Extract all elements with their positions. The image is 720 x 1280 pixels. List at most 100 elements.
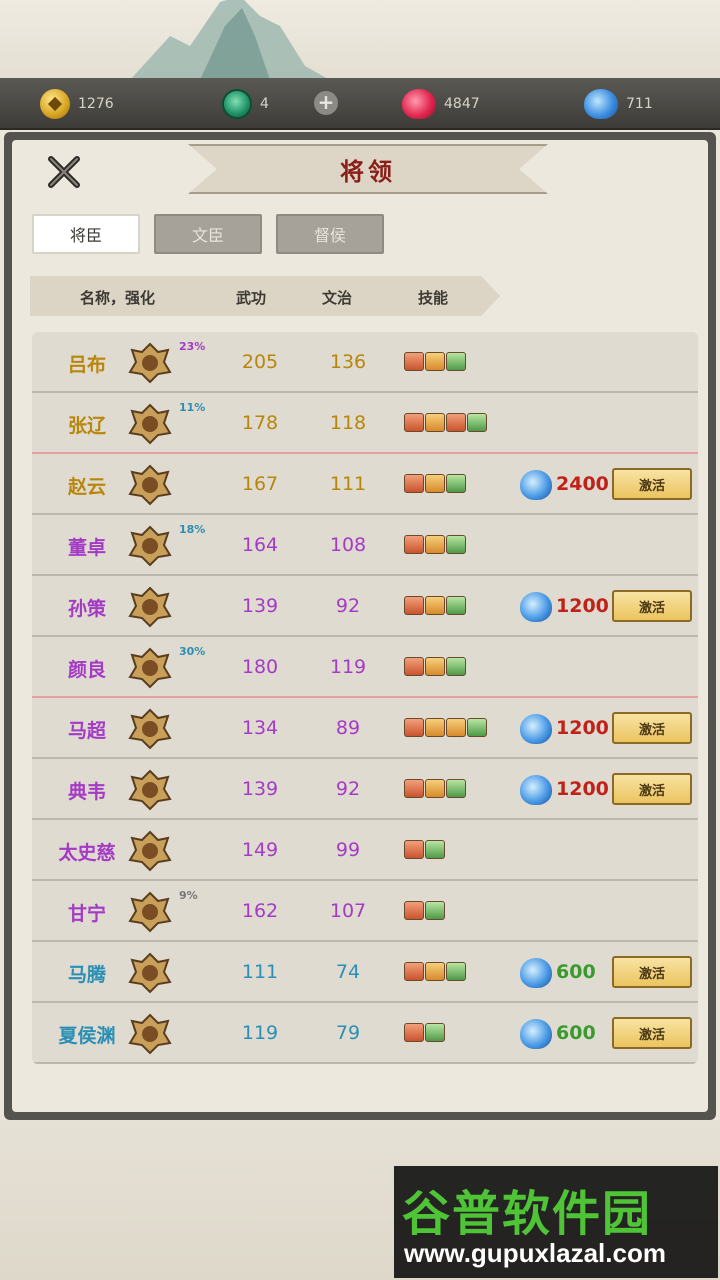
general-row[interactable]: 典韦 139 92 1200 激活 — [32, 759, 698, 820]
general-row[interactable]: 赵云 167 111 2400 激活 — [32, 454, 698, 515]
skill-icon[interactable] — [425, 352, 445, 371]
civil-value: 108 — [329, 534, 367, 556]
skill-icon[interactable] — [446, 413, 466, 432]
skill-icon[interactable] — [446, 657, 466, 676]
skill-icon[interactable] — [404, 1023, 424, 1042]
skill-icon[interactable] — [467, 413, 487, 432]
general-name: 夏侯渊 — [58, 1025, 116, 1047]
skill-icon[interactable] — [404, 413, 424, 432]
skill-icon[interactable] — [425, 474, 445, 493]
activate-button[interactable]: 激活 — [612, 956, 692, 988]
civil-value: 92 — [335, 595, 361, 617]
skill-icons — [404, 1023, 445, 1042]
general-name: 马超 — [67, 720, 106, 742]
coin-icon — [40, 89, 70, 119]
skill-icon[interactable] — [425, 657, 445, 676]
skill-icon[interactable] — [446, 474, 466, 493]
skill-icon[interactable] — [404, 474, 424, 493]
add-resource-button[interactable]: + — [314, 91, 338, 115]
column-skills: 技能 — [418, 289, 449, 307]
martial-value: 134 — [241, 717, 279, 739]
martial-value: 180 — [241, 656, 279, 678]
jade-icon — [222, 89, 252, 119]
column-name: 名称，强化 — [80, 289, 156, 307]
tab-civil-officials[interactable]: 文臣 — [154, 214, 262, 254]
activate-button[interactable]: 激活 — [612, 590, 692, 622]
general-row[interactable]: 马腾 111 74 600 激活 — [32, 942, 698, 1003]
general-row[interactable]: 董卓 18% 164 108 — [32, 515, 698, 576]
skill-icon[interactable] — [404, 779, 424, 798]
skill-icons — [404, 535, 466, 554]
skill-icon[interactable] — [425, 596, 445, 615]
tab-generals[interactable]: 将臣 — [32, 214, 140, 254]
tab-governors[interactable]: 督侯 — [276, 214, 384, 254]
skill-icon[interactable] — [404, 352, 424, 371]
skill-icon[interactable] — [404, 962, 424, 981]
column-martial: 武功 — [236, 289, 267, 307]
activate-button[interactable]: 激活 — [612, 712, 692, 744]
general-row[interactable]: 马超 134 89 1200 激活 — [32, 698, 698, 759]
close-icon — [48, 156, 80, 188]
blue-gem-count: 711 — [626, 96, 653, 112]
general-portrait-icon — [128, 647, 172, 689]
general-row[interactable]: 张辽 11% 178 118 — [32, 393, 698, 454]
skill-icon[interactable] — [404, 718, 424, 737]
skill-icon[interactable] — [446, 352, 466, 371]
general-portrait-icon — [128, 464, 172, 506]
skill-icon[interactable] — [425, 1023, 445, 1042]
skill-icon[interactable] — [404, 657, 424, 676]
general-portrait-icon — [128, 708, 172, 750]
enhance-percent: 23% — [179, 340, 206, 353]
activation-cost: 2400 — [556, 473, 609, 495]
coin-resource: 1276 — [40, 88, 114, 120]
general-portrait-icon — [128, 830, 172, 872]
activate-button[interactable]: 激活 — [612, 1017, 692, 1049]
general-name: 赵云 — [67, 476, 106, 498]
close-button[interactable] — [42, 150, 86, 194]
general-row[interactable]: 夏侯渊 119 79 600 激活 — [32, 1003, 698, 1064]
activate-button[interactable]: 激活 — [612, 773, 692, 805]
skill-icon[interactable] — [425, 718, 445, 737]
blue-gem-icon — [520, 958, 552, 988]
skill-icon[interactable] — [404, 535, 424, 554]
general-row[interactable]: 颜良 30% 180 119 — [32, 637, 698, 698]
general-row[interactable]: 孙策 139 92 1200 激活 — [32, 576, 698, 637]
skill-icons — [404, 474, 466, 493]
skill-icon[interactable] — [446, 596, 466, 615]
mountain-illustration — [130, 0, 330, 80]
general-row[interactable]: 太史慈 149 99 — [32, 820, 698, 881]
general-portrait-icon — [128, 403, 172, 445]
skill-icon[interactable] — [425, 413, 445, 432]
general-portrait-icon — [128, 952, 172, 994]
title-banner: 将领 — [188, 144, 548, 194]
skill-icon[interactable] — [446, 535, 466, 554]
skill-icon[interactable] — [425, 901, 445, 920]
civil-value: 111 — [329, 473, 367, 495]
martial-value: 111 — [241, 961, 279, 983]
civil-value: 89 — [335, 717, 361, 739]
general-name: 典韦 — [67, 781, 106, 803]
skill-icon[interactable] — [446, 718, 466, 737]
skill-icon[interactable] — [446, 779, 466, 798]
blue-gem-icon — [520, 1019, 552, 1049]
skill-icon[interactable] — [425, 535, 445, 554]
civil-value: 119 — [329, 656, 367, 678]
civil-value: 107 — [329, 900, 367, 922]
civil-value: 118 — [329, 412, 367, 434]
general-portrait-icon — [128, 1013, 172, 1055]
general-row[interactable]: 吕布 23% 205 136 — [32, 332, 698, 393]
skill-icon[interactable] — [425, 779, 445, 798]
martial-value: 119 — [241, 1022, 279, 1044]
civil-value: 74 — [335, 961, 361, 983]
activate-button[interactable]: 激活 — [612, 468, 692, 500]
skill-icons — [404, 413, 487, 432]
skill-icon[interactable] — [425, 840, 445, 859]
skill-icon[interactable] — [446, 962, 466, 981]
skill-icon[interactable] — [404, 596, 424, 615]
skill-icon[interactable] — [404, 840, 424, 859]
background-landscape — [0, 0, 720, 80]
skill-icon[interactable] — [425, 962, 445, 981]
skill-icon[interactable] — [467, 718, 487, 737]
skill-icon[interactable] — [404, 901, 424, 920]
general-row[interactable]: 甘宁 9% 162 107 — [32, 881, 698, 942]
